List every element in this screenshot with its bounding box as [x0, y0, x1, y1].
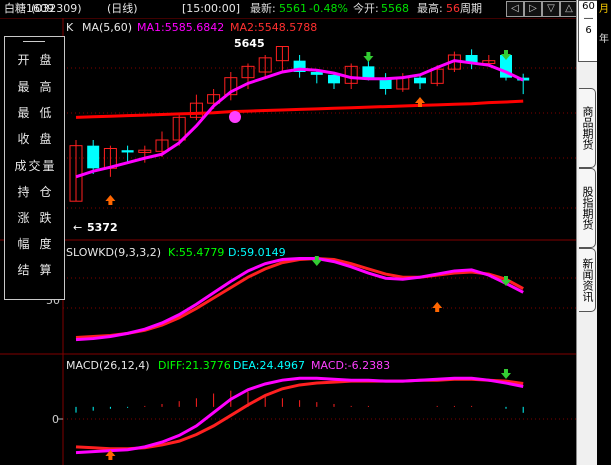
macd-zero-tick: 0	[52, 413, 59, 426]
main-indicator-label: K	[66, 21, 74, 34]
macd-diff-line	[75, 376, 524, 455]
buy-signal-icon	[415, 97, 425, 103]
candle-body	[414, 77, 426, 84]
sell-signal-icon	[504, 276, 508, 280]
sell-signal-icon	[314, 256, 319, 260]
kd-k-line	[75, 256, 524, 342]
ma-params-label: MA(5,60)	[82, 21, 133, 34]
nav-down-button[interactable]: ▽	[542, 1, 560, 17]
minute-period-label: 60 — 6	[582, 1, 595, 36]
quote-header: 白糖1609 (032309) (日线) [15:00:00] 最新: 5561…	[0, 0, 578, 18]
sell-signal-icon	[501, 373, 511, 379]
menu-item-open-interest[interactable]: 持仓	[5, 179, 64, 205]
buy-signal-icon	[105, 195, 116, 201]
sell-signal-icon	[363, 56, 374, 62]
nav-left-button[interactable]: ◁	[506, 1, 524, 17]
menu-drag-handle[interactable]	[23, 41, 45, 42]
menu-item-range[interactable]: 幅度	[5, 231, 64, 257]
price-field-menu[interactable]: 开盘 最高 最低 收盘 成交量 持仓 涨跌 幅度 结算	[4, 36, 65, 300]
chart-area[interactable]	[0, 18, 576, 465]
kd-k-value: K:55.4779	[168, 246, 225, 259]
ma1-value: MA1:5585.6842	[137, 21, 225, 34]
macd-title: MACD(26,12,4)	[66, 359, 150, 372]
period-label[interactable]: (日线)	[107, 2, 138, 16]
high-label: 最高:	[417, 2, 443, 15]
candle-body	[121, 150, 134, 153]
change-pct: -0.48%	[309, 2, 348, 15]
ma2-line	[75, 99, 524, 119]
side-year-char[interactable]: 年	[599, 34, 609, 46]
symbol-code: (032309)	[31, 2, 82, 15]
sell-signal-icon	[366, 52, 371, 56]
menu-item-high[interactable]: 最高	[5, 74, 64, 100]
candle-body	[362, 66, 375, 78]
macd-dea-line	[75, 377, 524, 451]
sell-signal-icon	[311, 260, 322, 266]
open-label: 今开:	[353, 2, 379, 15]
menu-item-open[interactable]: 开盘	[5, 47, 64, 73]
smiley-icon	[229, 111, 241, 123]
high-value: 56	[446, 2, 460, 15]
menu-item-volume[interactable]: 成交量	[5, 153, 64, 179]
candle-body	[87, 145, 100, 169]
low-price-mark: 5372	[87, 221, 118, 234]
menu-item-low[interactable]: 最低	[5, 100, 64, 126]
minute-period-tab[interactable]: 60 — 6	[578, 0, 599, 62]
buy-signal-icon	[432, 302, 443, 308]
buy-signal-icon	[108, 201, 113, 205]
tab-news[interactable]: 新闻资讯	[579, 248, 596, 312]
nav-right-button[interactable]: ▷	[524, 1, 542, 17]
sell-signal-icon	[504, 50, 508, 54]
low-arrow-glyph: ←	[73, 221, 83, 234]
buy-signal-icon	[108, 456, 113, 460]
kd-d-value: D:59.0149	[228, 246, 286, 259]
menu-item-change[interactable]: 涨跌	[5, 205, 64, 231]
cycle-label[interactable]: 周期	[460, 2, 482, 16]
sell-signal-icon	[504, 369, 508, 373]
candle-body	[328, 74, 340, 84]
buy-signal-icon	[418, 103, 422, 107]
buy-signal-icon	[435, 308, 440, 312]
quote-time: [15:00:00]	[182, 2, 240, 15]
latest-value: 5561	[279, 2, 307, 15]
latest-label: 最新:	[250, 2, 276, 15]
period-side-column: 月 年	[597, 0, 611, 465]
high-price-mark: 5645	[234, 37, 265, 50]
tab-index-futures[interactable]: 股指期货	[579, 168, 596, 248]
side-month-char[interactable]: 月	[599, 4, 609, 16]
ma2-value: MA2:5548.5788	[230, 21, 318, 34]
menu-item-settle[interactable]: 结算	[5, 257, 64, 283]
macd-hist-value: MACD:-6.2383	[311, 359, 391, 372]
tab-commodity-futures[interactable]: 商品期货	[579, 88, 596, 168]
macd-dea-value: DEA:24.4967	[233, 359, 305, 372]
open-value: 5568	[381, 2, 409, 15]
kd-title: SLOWKD(9,3,3,2)	[66, 246, 162, 259]
menu-item-close[interactable]: 收盘	[5, 126, 64, 152]
ma1-line	[75, 59, 524, 179]
macd-diff-value: DIFF:21.3776	[158, 359, 231, 372]
